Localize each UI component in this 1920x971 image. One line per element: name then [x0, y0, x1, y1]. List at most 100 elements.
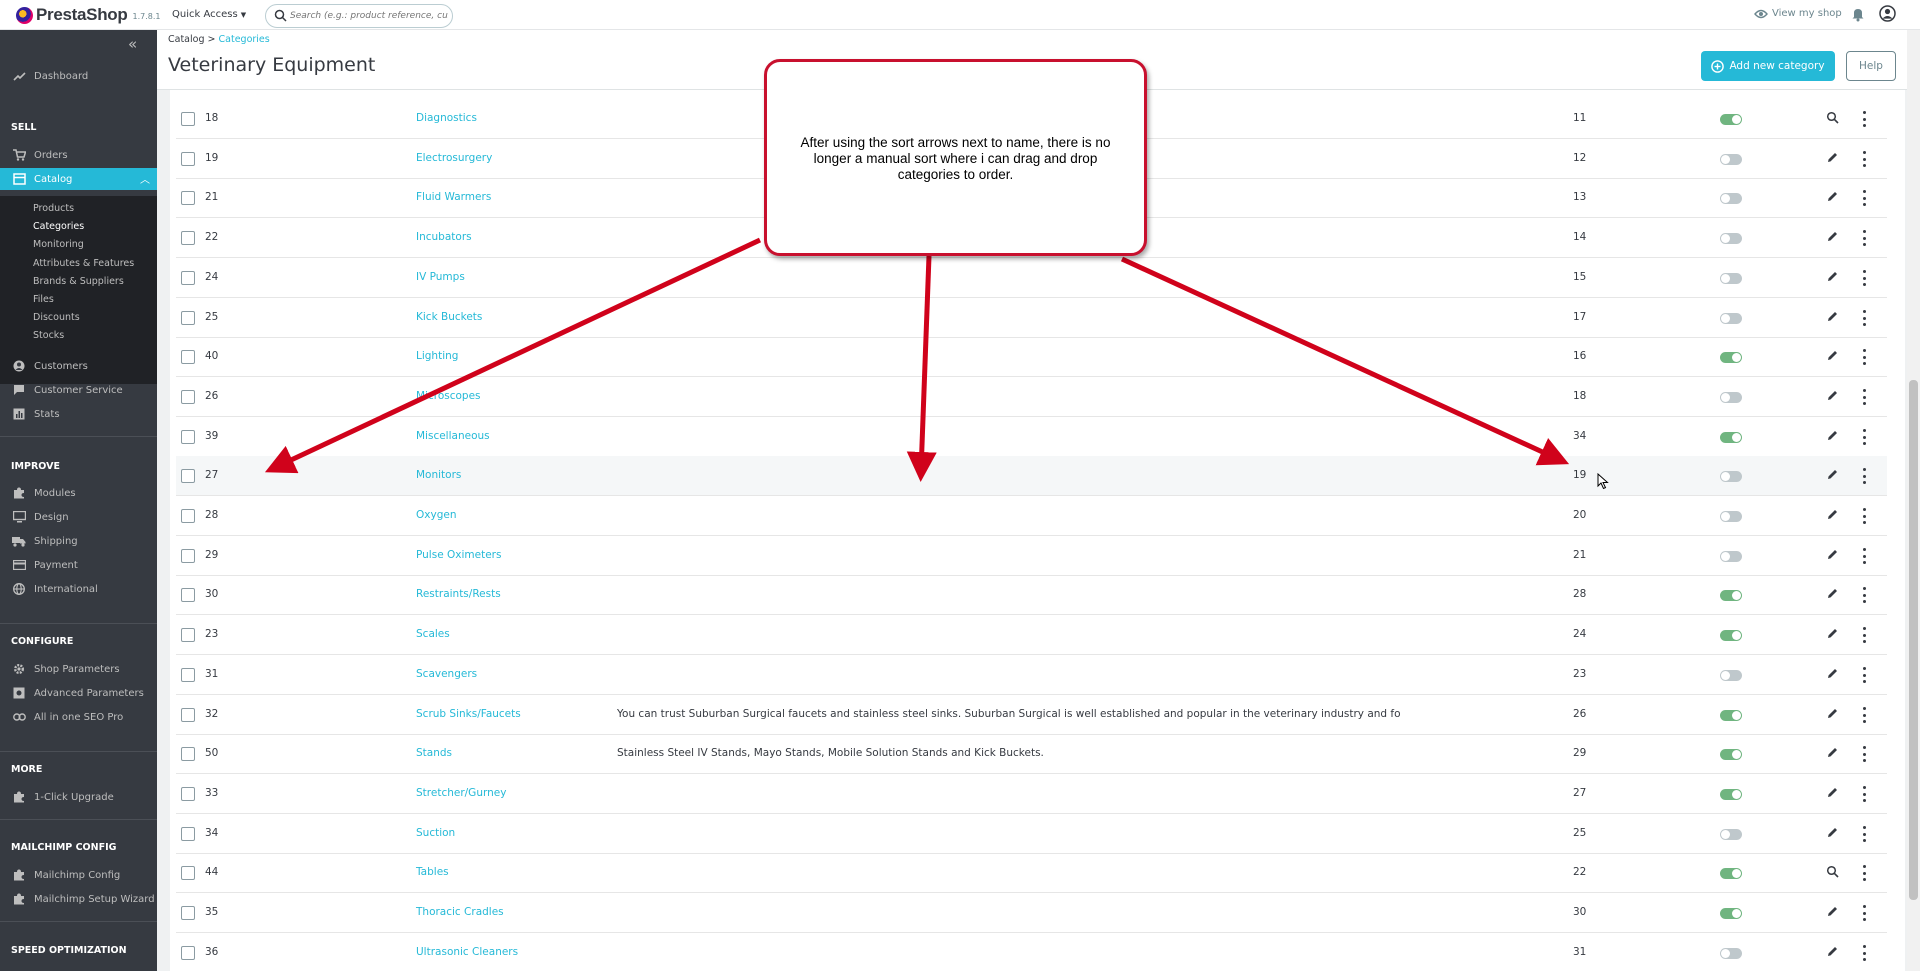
displayed-toggle[interactable] — [1720, 233, 1742, 244]
more-actions-icon[interactable] — [1859, 707, 1869, 723]
displayed-toggle[interactable] — [1720, 789, 1742, 800]
table-row[interactable]: 40 Lighting 16 — [176, 337, 1887, 377]
category-name-link[interactable]: Kick Buckets — [416, 311, 482, 323]
sidebar-item-customers[interactable]: Customers — [0, 355, 157, 377]
row-checkbox[interactable] — [181, 549, 195, 563]
row-checkbox[interactable] — [181, 231, 195, 245]
displayed-toggle[interactable] — [1720, 710, 1742, 721]
more-actions-icon[interactable] — [1859, 627, 1869, 643]
sidebar-item-orders[interactable]: Orders — [0, 144, 157, 166]
more-actions-icon[interactable] — [1859, 468, 1869, 484]
breadcrumb-catalog[interactable]: Catalog — [168, 34, 204, 45]
table-row[interactable]: 23 Scales 24 — [176, 615, 1887, 655]
table-row[interactable]: 36 Ultrasonic Cleaners 31 — [176, 933, 1887, 971]
edit-icon[interactable] — [1826, 389, 1840, 403]
sidebar-item-dashboard[interactable]: Dashboard — [0, 65, 157, 87]
notifications-bell-icon[interactable] — [1851, 6, 1865, 25]
row-checkbox[interactable] — [181, 191, 195, 205]
sidebar-item-international[interactable]: International — [0, 578, 157, 600]
view-icon[interactable] — [1826, 865, 1840, 879]
sidebar-item-shipping[interactable]: Shipping — [0, 530, 157, 552]
displayed-toggle[interactable] — [1720, 392, 1742, 403]
displayed-toggle[interactable] — [1720, 948, 1742, 959]
more-actions-icon[interactable] — [1859, 190, 1869, 206]
displayed-toggle[interactable] — [1720, 273, 1742, 284]
displayed-toggle[interactable] — [1720, 590, 1742, 601]
category-name-link[interactable]: Electrosurgery — [416, 152, 492, 164]
search-box[interactable] — [265, 4, 453, 28]
category-name-link[interactable]: Monitors — [416, 469, 461, 481]
category-name-link[interactable]: Microscopes — [416, 390, 481, 402]
logo[interactable]: PrestaShop 1.7.8.1 — [16, 5, 160, 25]
category-name-link[interactable]: Ultrasonic Cleaners — [416, 946, 518, 958]
edit-icon[interactable] — [1826, 826, 1840, 840]
displayed-toggle[interactable] — [1720, 471, 1742, 482]
row-checkbox[interactable] — [181, 469, 195, 483]
displayed-toggle[interactable] — [1720, 551, 1742, 562]
sidebar-item-seo-pro[interactable]: All in one SEO Pro — [0, 706, 157, 728]
more-actions-icon[interactable] — [1859, 667, 1869, 683]
sidebar-subitem-products[interactable]: Products — [33, 203, 74, 214]
row-checkbox[interactable] — [181, 787, 195, 801]
category-name-link[interactable]: Scales — [416, 628, 450, 640]
more-actions-icon[interactable] — [1859, 230, 1869, 246]
sidebar-subitem-stocks[interactable]: Stocks — [33, 330, 64, 341]
edit-icon[interactable] — [1826, 230, 1840, 244]
sidebar-item-advanced-parameters[interactable]: Advanced Parameters — [0, 682, 157, 704]
edit-icon[interactable] — [1826, 905, 1840, 919]
row-checkbox[interactable] — [181, 152, 195, 166]
sidebar-item-customer-service[interactable]: Customer Service — [0, 379, 157, 401]
more-actions-icon[interactable] — [1859, 746, 1869, 762]
sidebar-item-shop-parameters[interactable]: Shop Parameters — [0, 658, 157, 680]
sidebar-subitem-attributes[interactable]: Attributes & Features — [33, 258, 134, 269]
table-row[interactable]: 27 Monitors 19 — [176, 456, 1887, 496]
more-actions-icon[interactable] — [1859, 310, 1869, 326]
row-checkbox[interactable] — [181, 588, 195, 602]
category-name-link[interactable]: Stands — [416, 747, 452, 759]
category-name-link[interactable]: Scrub Sinks/Faucets — [416, 708, 521, 720]
row-checkbox[interactable] — [181, 112, 195, 126]
more-actions-icon[interactable] — [1859, 548, 1869, 564]
category-name-link[interactable]: Suction — [416, 827, 455, 839]
displayed-toggle[interactable] — [1720, 749, 1742, 760]
sidebar-item-mailchimp-config[interactable]: Mailchimp Config — [0, 864, 157, 886]
table-row[interactable]: 30 Restraints/Rests 28 — [176, 575, 1887, 615]
sidebar-item-mailchimp-setup-wizard[interactable]: Mailchimp Setup Wizard — [0, 888, 157, 910]
table-row[interactable]: 44 Tables 22 — [176, 853, 1887, 893]
more-actions-icon[interactable] — [1859, 587, 1869, 603]
edit-icon[interactable] — [1826, 587, 1840, 601]
quick-access-dropdown[interactable]: Quick Access ▼ — [172, 9, 246, 20]
edit-icon[interactable] — [1826, 310, 1840, 324]
table-row[interactable]: 33 Stretcher/Gurney 27 — [176, 774, 1887, 814]
sidebar-item-1-click-upgrade[interactable]: 1-Click Upgrade — [0, 786, 157, 808]
sidebar-subitem-discounts[interactable]: Discounts — [33, 312, 80, 323]
edit-icon[interactable] — [1826, 667, 1840, 681]
row-checkbox[interactable] — [181, 430, 195, 444]
category-name-link[interactable]: Scavengers — [416, 668, 477, 680]
more-actions-icon[interactable] — [1859, 865, 1869, 881]
more-actions-icon[interactable] — [1859, 508, 1869, 524]
displayed-toggle[interactable] — [1720, 154, 1742, 165]
more-actions-icon[interactable] — [1859, 826, 1869, 842]
category-name-link[interactable]: Incubators — [416, 231, 472, 243]
displayed-toggle[interactable] — [1720, 432, 1742, 443]
edit-icon[interactable] — [1826, 707, 1840, 721]
row-checkbox[interactable] — [181, 906, 195, 920]
displayed-toggle[interactable] — [1720, 630, 1742, 641]
edit-icon[interactable] — [1826, 468, 1840, 482]
add-new-category-button[interactable]: Add new category — [1701, 51, 1835, 81]
more-actions-icon[interactable] — [1859, 151, 1869, 167]
sidebar-item-catalog[interactable]: Catalog ︿ — [0, 168, 157, 190]
table-row[interactable]: 29 Pulse Oximeters 21 — [176, 536, 1887, 576]
edit-icon[interactable] — [1826, 746, 1840, 760]
row-checkbox[interactable] — [181, 866, 195, 880]
search-input[interactable] — [290, 8, 448, 24]
category-name-link[interactable]: Thoracic Cradles — [416, 906, 504, 918]
category-name-link[interactable]: Pulse Oximeters — [416, 549, 501, 561]
sidebar-subitem-monitoring[interactable]: Monitoring — [33, 239, 84, 250]
sidebar-subitem-brands[interactable]: Brands & Suppliers — [33, 276, 124, 287]
row-checkbox[interactable] — [181, 311, 195, 325]
row-checkbox[interactable] — [181, 390, 195, 404]
category-name-link[interactable]: Stretcher/Gurney — [416, 787, 506, 799]
page-scrollbar[interactable] — [1907, 30, 1920, 971]
